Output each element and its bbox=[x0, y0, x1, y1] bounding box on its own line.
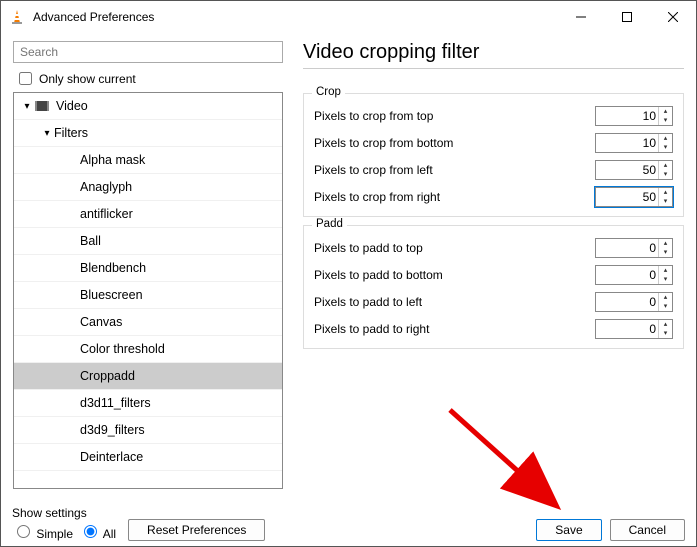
crop-left-input[interactable] bbox=[596, 162, 658, 178]
tree-filter-item[interactable]: d3d9_filters bbox=[14, 417, 282, 444]
padd-bottom-label: Pixels to padd to bottom bbox=[314, 268, 595, 282]
spinner-arrows[interactable]: ▴▾ bbox=[658, 134, 672, 152]
crop-bottom-input[interactable] bbox=[596, 135, 658, 151]
padd-top-spinner[interactable]: ▴▾ bbox=[595, 238, 673, 258]
tree-filter-item[interactable]: d3d11_filters bbox=[14, 390, 282, 417]
tree-node-video[interactable]: ▾ Video bbox=[14, 93, 282, 120]
crop-right-label: Pixels to crop from right bbox=[314, 190, 595, 204]
tree-filter-item[interactable]: Alpha mask bbox=[14, 147, 282, 174]
padd-right-label: Pixels to padd to right bbox=[314, 322, 595, 336]
tree-filter-item-label: Deinterlace bbox=[80, 450, 143, 464]
minimize-button[interactable] bbox=[558, 1, 604, 33]
padd-right-input[interactable] bbox=[596, 321, 658, 337]
tree-filter-item[interactable]: Deinterlace bbox=[14, 444, 282, 471]
spinner-arrows[interactable]: ▴▾ bbox=[658, 188, 672, 206]
padd-top-input[interactable] bbox=[596, 240, 658, 256]
spinner-arrows[interactable]: ▴▾ bbox=[658, 161, 672, 179]
tree-filter-item[interactable]: Canvas bbox=[14, 309, 282, 336]
crop-right-spinner[interactable]: ▴▾ bbox=[595, 187, 673, 207]
close-button[interactable] bbox=[650, 1, 696, 33]
right-pane: Video cropping filter Crop Pixels to cro… bbox=[283, 41, 684, 489]
tree-filter-item-label: antiflicker bbox=[80, 207, 133, 221]
tree-filter-item-label: Blendbench bbox=[80, 261, 146, 275]
spinner-arrows[interactable]: ▴▾ bbox=[658, 293, 672, 311]
spinner-arrows[interactable]: ▴▾ bbox=[658, 266, 672, 284]
crop-top-input[interactable] bbox=[596, 108, 658, 124]
radio-simple[interactable]: Simple bbox=[12, 522, 73, 541]
show-settings-label: Show settings bbox=[12, 506, 116, 520]
tree-filter-item[interactable]: antiflicker bbox=[14, 201, 282, 228]
crop-left-label: Pixels to crop from left bbox=[314, 163, 595, 177]
tree-node-video-label: Video bbox=[56, 99, 88, 113]
vlc-cone-icon bbox=[9, 9, 25, 25]
only-show-current-checkbox[interactable]: Only show current bbox=[13, 69, 283, 88]
chevron-down-icon: ▾ bbox=[40, 128, 54, 139]
spinner-arrows[interactable]: ▴▾ bbox=[658, 239, 672, 257]
tree-filter-item[interactable]: Color threshold bbox=[14, 336, 282, 363]
save-button[interactable]: Save bbox=[536, 519, 601, 541]
maximize-button[interactable] bbox=[604, 1, 650, 33]
tree-filter-item-label: Bluescreen bbox=[80, 288, 143, 302]
padd-bottom-input[interactable] bbox=[596, 267, 658, 283]
tree-node-filters-label: Filters bbox=[54, 126, 88, 140]
radio-all[interactable]: All bbox=[79, 522, 116, 541]
footer: Show settings Simple All Reset Preferenc… bbox=[12, 506, 685, 541]
reset-preferences-button[interactable]: Reset Preferences bbox=[128, 519, 265, 541]
padd-left-spinner[interactable]: ▴▾ bbox=[595, 292, 673, 312]
tree-filter-item-label: Canvas bbox=[80, 315, 122, 329]
tree-filter-item[interactable]: Blendbench bbox=[14, 255, 282, 282]
crop-bottom-label: Pixels to crop from bottom bbox=[314, 136, 595, 150]
window-title: Advanced Preferences bbox=[33, 10, 558, 24]
tree-filter-item[interactable]: Ball bbox=[14, 228, 282, 255]
tree-filter-item-label: Croppadd bbox=[80, 369, 135, 383]
tree-filter-item[interactable]: Anaglyph bbox=[14, 174, 282, 201]
titlebar: Advanced Preferences bbox=[1, 1, 696, 33]
search-input[interactable] bbox=[13, 41, 283, 63]
crop-right-input[interactable] bbox=[596, 189, 658, 205]
padd-top-label: Pixels to padd to top bbox=[314, 241, 595, 255]
padd-group: Padd Pixels to padd to top ▴▾ Pixels to … bbox=[303, 225, 684, 349]
only-show-current-label: Only show current bbox=[39, 72, 136, 86]
tree-filter-item[interactable]: Bluescreen bbox=[14, 282, 282, 309]
crop-top-label: Pixels to crop from top bbox=[314, 109, 595, 123]
video-icon bbox=[34, 98, 50, 114]
padd-left-label: Pixels to padd to left bbox=[314, 295, 595, 309]
only-show-current-input[interactable] bbox=[19, 72, 32, 85]
crop-top-spinner[interactable]: ▴▾ bbox=[595, 106, 673, 126]
tree-filter-item-label: Ball bbox=[80, 234, 101, 248]
padd-bottom-spinner[interactable]: ▴▾ bbox=[595, 265, 673, 285]
spinner-arrows[interactable]: ▴▾ bbox=[658, 320, 672, 338]
tree-filter-item-label: d3d9_filters bbox=[80, 423, 145, 437]
page-title: Video cropping filter bbox=[303, 41, 684, 69]
crop-group: Crop Pixels to crop from top ▴▾ Pixels t… bbox=[303, 93, 684, 217]
tree-filter-item-label: Alpha mask bbox=[80, 153, 145, 167]
crop-bottom-spinner[interactable]: ▴▾ bbox=[595, 133, 673, 153]
padd-right-spinner[interactable]: ▴▾ bbox=[595, 319, 673, 339]
padd-left-input[interactable] bbox=[596, 294, 658, 310]
padd-legend: Padd bbox=[312, 218, 347, 230]
crop-left-spinner[interactable]: ▴▾ bbox=[595, 160, 673, 180]
chevron-down-icon: ▾ bbox=[20, 101, 34, 112]
tree-node-filters[interactable]: ▾ Filters bbox=[14, 120, 282, 147]
tree-filter-item-label: Color threshold bbox=[80, 342, 165, 356]
tree-filter-item[interactable]: Croppadd bbox=[14, 363, 282, 390]
cancel-button[interactable]: Cancel bbox=[610, 519, 685, 541]
left-pane: Only show current ▾ Video ▾ Filters Alph… bbox=[13, 41, 283, 489]
tree-filter-item-label: d3d11_filters bbox=[80, 396, 151, 410]
spinner-arrows[interactable]: ▴▾ bbox=[658, 107, 672, 125]
preferences-tree[interactable]: ▾ Video ▾ Filters Alpha mask Anaglyph anti… bbox=[13, 92, 283, 489]
crop-legend: Crop bbox=[312, 86, 345, 98]
tree-filter-item-label: Anaglyph bbox=[80, 180, 132, 194]
